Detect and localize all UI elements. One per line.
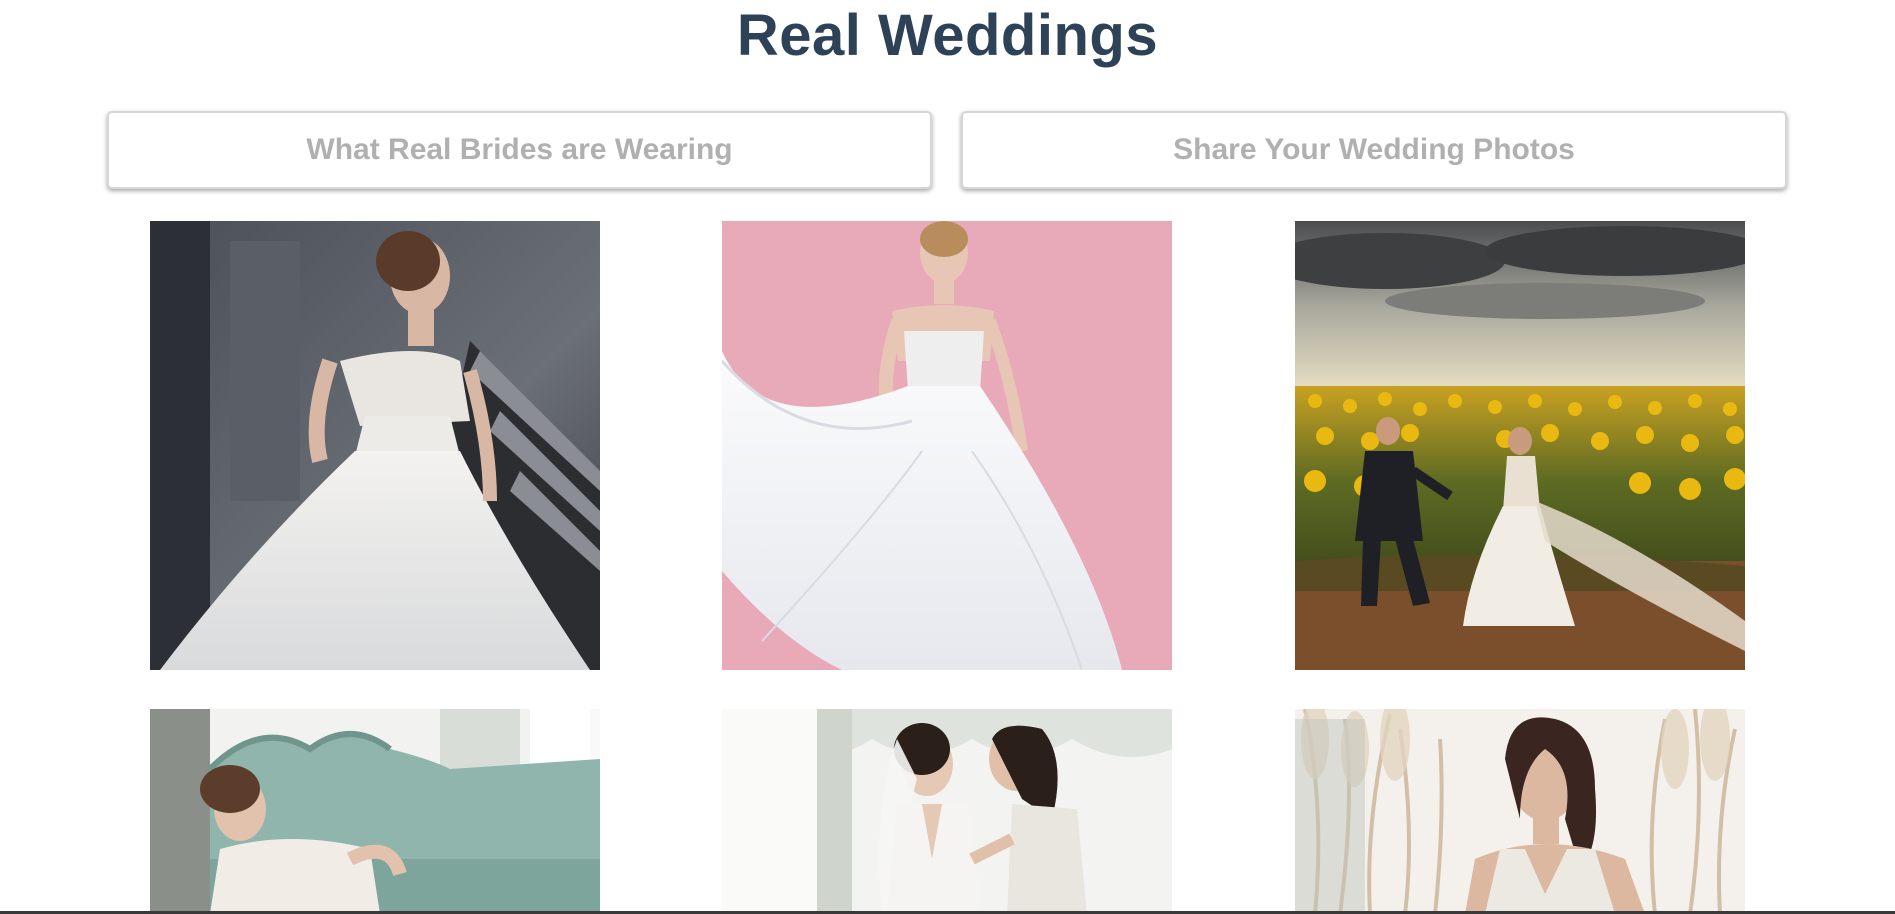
couple-sunflowers-image (1295, 221, 1745, 670)
gallery-photo-bride-green-sofa[interactable] (150, 709, 600, 914)
gallery-photo-couple-sunflowers[interactable] (1295, 221, 1745, 670)
gallery-photo-bride-pampas[interactable] (1295, 709, 1745, 914)
gallery-photo-bride-staircase[interactable] (150, 221, 600, 670)
bride-green-sofa-image (150, 709, 600, 914)
gallery-photo-bride-bridesmaid[interactable] (722, 709, 1172, 914)
what-real-brides-wearing-button[interactable]: What Real Brides are Wearing (107, 111, 932, 189)
share-wedding-photos-button[interactable]: Share Your Wedding Photos (961, 111, 1787, 189)
real-weddings-page: Real Weddings What Real Brides are Weari… (0, 0, 1895, 914)
page-title: Real Weddings (736, 3, 1159, 68)
bride-bridesmaid-image (722, 709, 1172, 914)
gallery-photo-bride-pink-backdrop[interactable] (722, 221, 1172, 670)
bride-pampas-image (1295, 709, 1745, 914)
bride-staircase-image (150, 221, 600, 670)
bride-pink-backdrop-image (722, 221, 1172, 670)
